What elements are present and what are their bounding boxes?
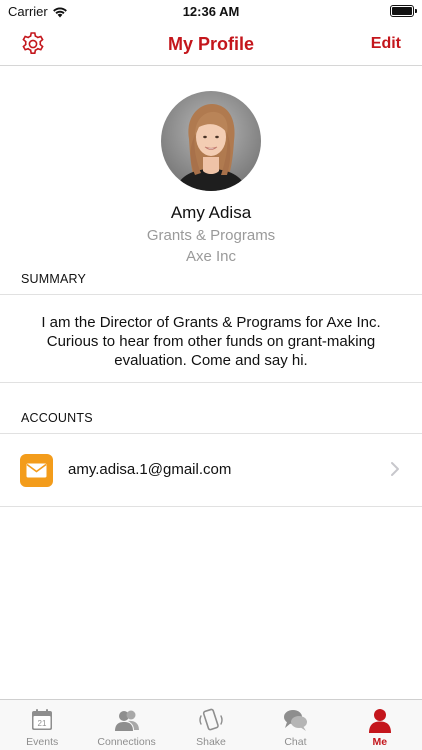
profile-company: Axe Inc (185, 248, 237, 265)
tab-label: Connections (97, 736, 156, 748)
status-time: 12:36 AM (182, 4, 240, 19)
tab-events[interactable]: 21 Events (0, 700, 84, 750)
tab-me[interactable]: Me (338, 700, 422, 750)
summary-text: I am the Director of Grants & Programs f… (41, 314, 381, 369)
people-icon (114, 710, 139, 731)
mail-icon (20, 454, 53, 487)
tab-label: Shake (196, 736, 226, 748)
avatar (161, 91, 261, 191)
profile-department: Grants & Programs (146, 227, 276, 244)
account-row-email[interactable]: amy.adisa.1@gmail.com (0, 434, 422, 506)
chat-bubbles-icon (284, 710, 308, 731)
battery-icon (390, 5, 417, 17)
person-icon (368, 709, 391, 733)
divider (0, 382, 422, 383)
shake-phone-icon (199, 708, 223, 731)
divider (0, 506, 422, 507)
account-email: amy.adisa.1@gmail.com (68, 461, 232, 478)
edit-button[interactable]: Edit (371, 35, 401, 53)
status-bar: Carrier 12:36 AM (0, 0, 422, 22)
calendar-day: 21 (38, 719, 47, 728)
tab-bar: 21 Events Connections Shake Chat Me (0, 699, 422, 750)
divider (0, 294, 422, 295)
calendar-icon: 21 (32, 709, 53, 730)
tab-label: Events (26, 736, 59, 748)
avatar-photo (161, 91, 261, 191)
profile-name: Amy Adisa (170, 203, 252, 222)
accounts-header: ACCOUNTS (21, 411, 93, 425)
page-title: My Profile (167, 34, 255, 54)
tab-label: Me (372, 736, 388, 748)
summary-header: SUMMARY (21, 272, 87, 286)
chevron-right-icon (391, 462, 399, 476)
nav-bar: My Profile Edit (0, 22, 422, 66)
tab-chat[interactable]: Chat (253, 700, 337, 750)
tab-shake[interactable]: Shake (169, 700, 253, 750)
tab-label: Chat (284, 736, 307, 748)
tab-connections[interactable]: Connections (84, 700, 168, 750)
